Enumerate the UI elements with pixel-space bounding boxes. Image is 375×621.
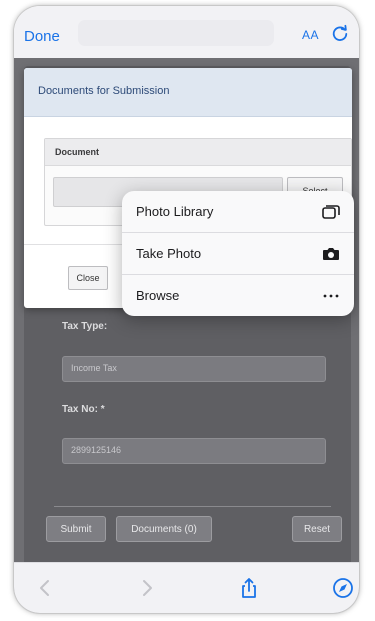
- chevron-left-icon[interactable]: [34, 577, 56, 599]
- done-button[interactable]: Done: [24, 28, 60, 45]
- documents-button[interactable]: Documents (0): [116, 516, 212, 542]
- compass-icon[interactable]: [332, 577, 354, 599]
- text-size-button[interactable]: AA: [302, 28, 319, 42]
- menu-item-take-photo[interactable]: Take Photo: [122, 233, 354, 275]
- camera-icon: [323, 247, 339, 260]
- chevron-right-icon[interactable]: [136, 577, 158, 599]
- close-button[interactable]: Close: [68, 266, 108, 290]
- upload-options-menu: Photo Library Take Photo Browse: [122, 191, 354, 316]
- tax-type-label: Tax Type:: [62, 321, 108, 332]
- ellipsis-icon: [323, 294, 339, 297]
- browser-top-bar: Done AA: [14, 6, 359, 58]
- menu-item-label: Photo Library: [136, 204, 214, 219]
- tax-no-label: Tax No: *: [62, 404, 105, 415]
- phone-frame: Done AA Tax Type: Income Tax Tax No: * 2…: [14, 6, 359, 613]
- tax-no-value: 2899125146: [71, 445, 122, 455]
- share-icon[interactable]: [238, 577, 260, 599]
- tax-type-value: Income Tax: [71, 363, 117, 373]
- reset-button[interactable]: Reset: [292, 516, 342, 542]
- menu-item-label: Take Photo: [136, 246, 202, 261]
- menu-item-browse[interactable]: Browse: [122, 275, 354, 316]
- form-divider: [54, 506, 331, 507]
- tax-no-input[interactable]: 2899125146: [62, 438, 326, 464]
- submit-button[interactable]: Submit: [46, 516, 106, 542]
- address-bar[interactable]: [78, 20, 274, 46]
- menu-item-label: Browse: [136, 288, 180, 303]
- document-header-label: Document: [55, 147, 100, 157]
- modal-title: Documents for Submission: [38, 85, 170, 97]
- browser-bottom-bar: [14, 562, 359, 613]
- tax-type-select[interactable]: Income Tax: [62, 356, 326, 382]
- photo-library-icon: [322, 204, 340, 219]
- menu-item-photo-library[interactable]: Photo Library: [122, 191, 354, 233]
- reload-icon[interactable]: [331, 24, 349, 42]
